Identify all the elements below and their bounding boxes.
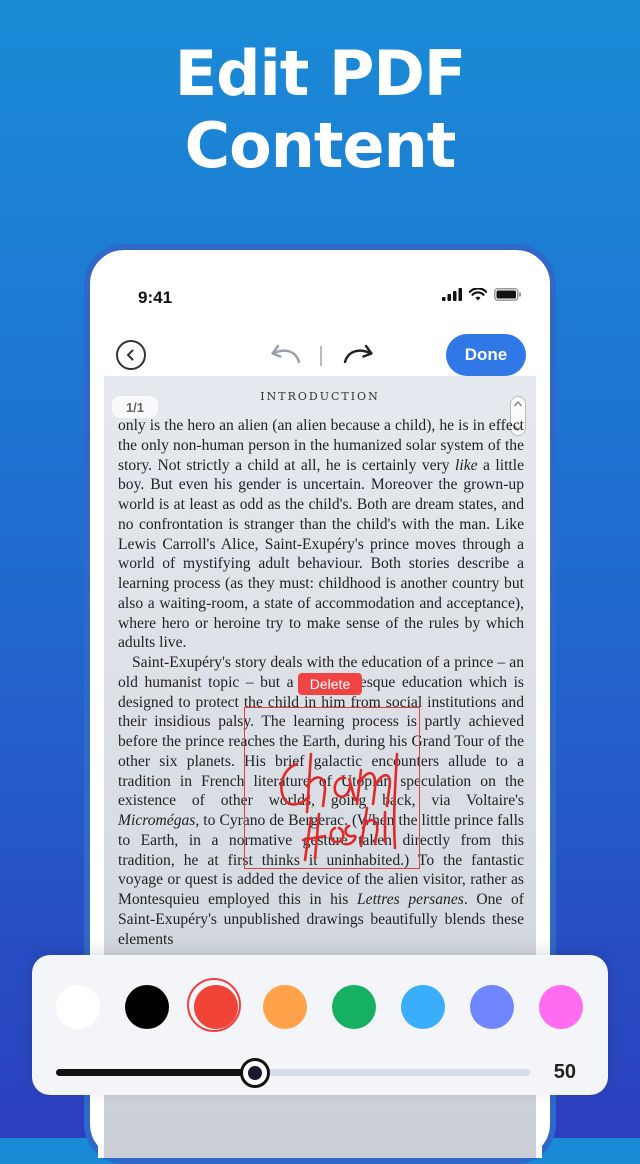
back-button[interactable]	[116, 340, 146, 370]
color-swatch-orange[interactable]	[263, 985, 307, 1029]
undo-button[interactable]	[268, 342, 302, 371]
headline: Edit PDF Content	[0, 38, 640, 182]
done-button[interactable]: Done	[446, 334, 526, 376]
chevron-left-icon	[127, 349, 134, 361]
redo-icon	[343, 344, 373, 364]
redo-button[interactable]	[342, 342, 376, 371]
pen-settings-panel: 50	[32, 955, 608, 1095]
page-indicator: 1/1	[112, 396, 158, 418]
color-swatch-sky-blue[interactable]	[401, 985, 445, 1029]
slider-thumb[interactable]	[240, 1058, 271, 1088]
color-swatch-black[interactable]	[125, 985, 169, 1029]
slider-fill	[56, 1069, 256, 1076]
stroke-width-value: 50	[553, 1061, 576, 1083]
status-icons	[442, 288, 522, 301]
color-swatch-red[interactable]	[187, 978, 241, 1032]
wifi-icon	[469, 288, 487, 301]
headline-line-2: Content	[184, 109, 457, 182]
undo-icon	[271, 344, 301, 364]
signal-icon	[442, 288, 462, 301]
signature-selection-box[interactable]	[244, 707, 420, 869]
toolbar-divider	[320, 346, 322, 366]
color-swatch-pink[interactable]	[539, 985, 583, 1029]
battery-icon	[494, 288, 521, 301]
stroke-width-slider[interactable]	[56, 1058, 530, 1088]
paragraph: only is the hero an alien (an alien beca…	[118, 417, 524, 652]
page-heading: INTRODUCTION	[260, 390, 380, 403]
status-bar: 9:41	[98, 258, 542, 328]
color-swatch-periwinkle[interactable]	[470, 985, 514, 1029]
delete-signature-button[interactable]: Delete	[298, 673, 362, 695]
status-time: 9:41	[138, 288, 173, 307]
handwritten-signature	[280, 752, 399, 862]
color-swatch-green[interactable]	[332, 985, 376, 1029]
headline-line-1: Edit PDF	[174, 37, 466, 110]
color-swatch-white[interactable]	[56, 985, 100, 1029]
